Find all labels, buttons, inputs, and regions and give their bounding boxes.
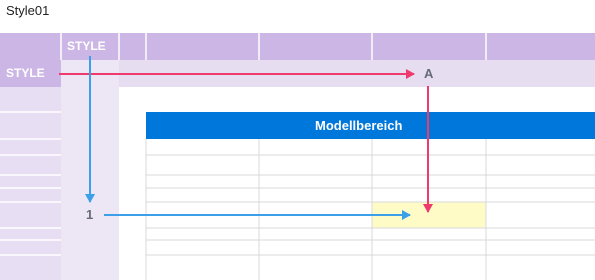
column-header-label: STYLE [67,39,106,53]
style-diagram: Style01 STYLE STYLE A 1 Modellbereich [0,0,595,280]
title-label: Modellbereich [315,118,403,133]
marker-a: A [424,66,434,81]
style-caption: Style01 [6,3,50,18]
marker-1: 1 [86,207,94,222]
row-header-label: STYLE [6,66,45,80]
